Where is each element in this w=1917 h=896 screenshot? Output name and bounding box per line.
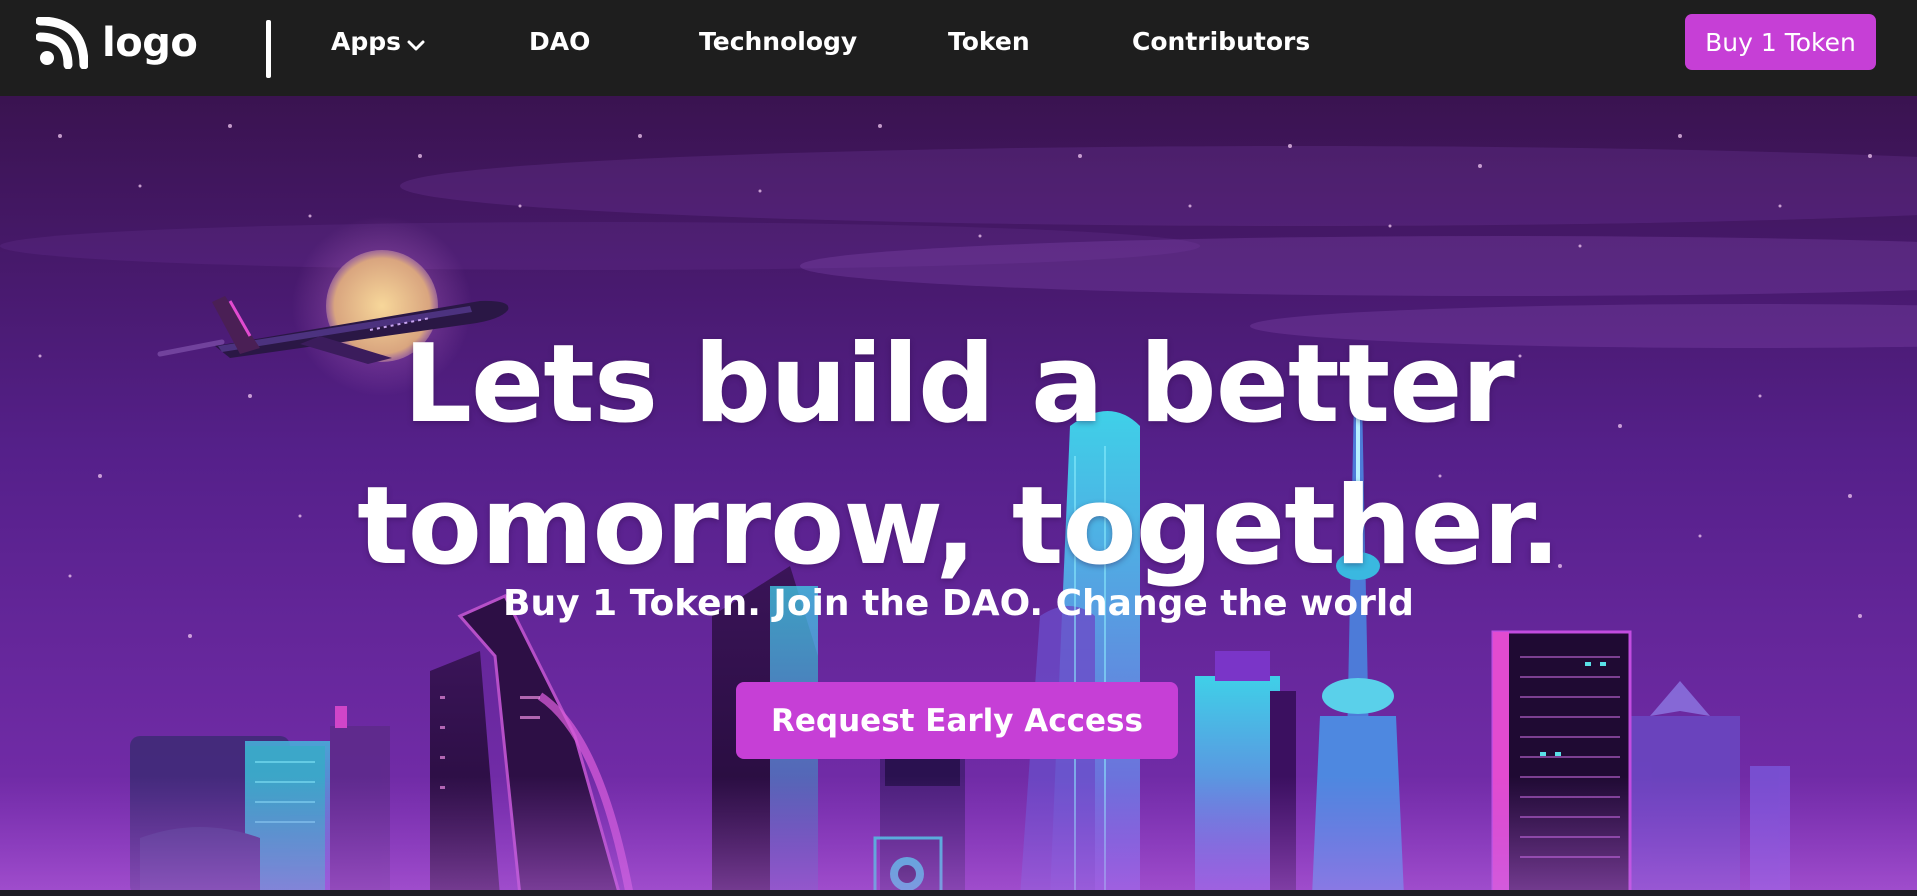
nav-item-technology[interactable]: Technology [699,24,857,60]
logo-icon [36,17,88,69]
logo-link[interactable]: logo [36,16,198,70]
hero-subtitle: Buy 1 Token. Join the DAO. Change the wo… [503,583,1414,624]
chevron-down-icon [407,40,425,51]
nav-item-technology-label: Technology [699,27,858,56]
buy-token-button[interactable]: Buy 1 Token [1685,14,1876,70]
hero-title: Lets build a better tomorrow, together. [0,314,1917,598]
request-early-access-button[interactable]: Request Early Access [736,682,1178,759]
hero-title-line-2: tomorrow, together. [357,464,1561,589]
nav-item-contributors-label: Contributors [1132,27,1311,56]
hero-title-line-1: Lets build a better [403,322,1515,447]
nav-item-contributors[interactable]: Contributors [1132,24,1310,60]
nav-item-token-label: Token [948,27,1030,56]
nav-item-dao[interactable]: DAO [529,24,590,60]
page-bottom-edge [0,890,1917,896]
nav-item-token[interactable]: Token [948,24,1030,60]
nav-divider [266,20,271,78]
hero-section: Lets build a better tomorrow, together. … [0,96,1917,890]
nav-item-apps[interactable]: Apps [331,24,425,60]
top-navbar: logo Apps DAO Technology Token Contribut… [0,0,1917,96]
nav-item-dao-label: DAO [529,27,591,56]
logo-text: logo [102,20,198,66]
nav-item-apps-label: Apps [331,27,402,56]
